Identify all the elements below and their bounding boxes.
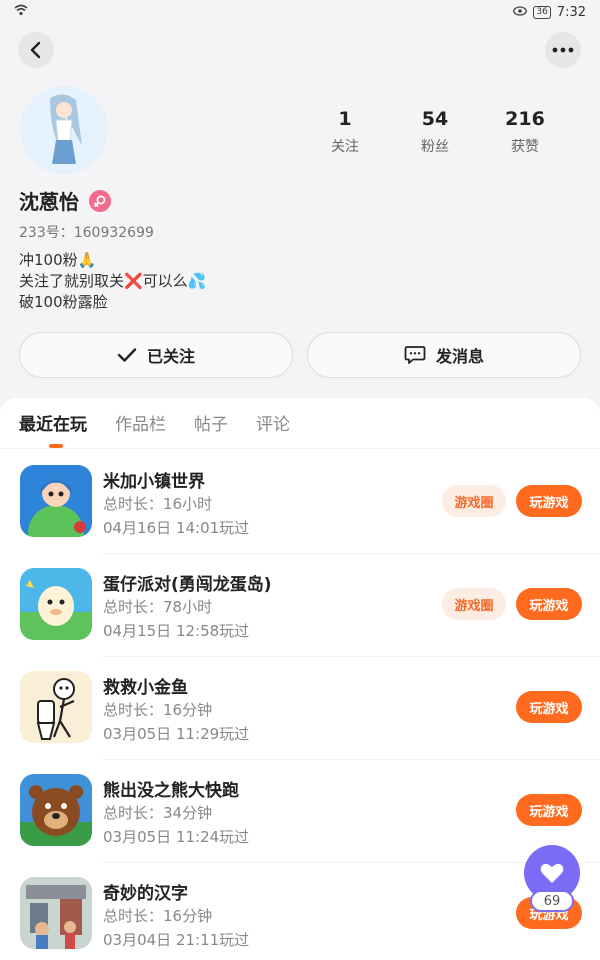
- stat-value: 54: [421, 108, 449, 130]
- battery-icon: 36: [533, 5, 551, 19]
- heart-icon: [540, 863, 564, 883]
- game-last-played: 03月04日 21:11玩过: [103, 931, 250, 949]
- game-icon: [20, 568, 92, 640]
- followed-label: 已关注: [146, 347, 195, 366]
- game-duration: 总时长：16小时: [103, 495, 213, 513]
- game-icon: [20, 465, 92, 537]
- play-game-button[interactable]: 玩游戏: [516, 794, 582, 826]
- game-icon: [20, 774, 92, 846]
- play-game-button[interactable]: 玩游戏: [516, 691, 582, 723]
- game-item[interactable]: 救救小金鱼 总时长：16分钟 03月05日 11:29玩过 玩游戏: [0, 657, 600, 760]
- stat-followers[interactable]: 54 粉丝: [390, 108, 480, 156]
- bio-line: 冲100粉🙏: [19, 251, 97, 269]
- game-title: 奇妙的汉字: [103, 884, 188, 904]
- stat-likes[interactable]: 216 获赞: [480, 108, 570, 156]
- game-last-played: 03月05日 11:24玩过: [103, 828, 250, 846]
- game-last-played: 03月05日 11:29玩过: [103, 725, 250, 743]
- content-panel: 最近在玩 作品栏 帖子 评论 米加小镇世界 总时长：16小时 04月16日 14…: [0, 398, 600, 960]
- game-last-played: 04月15日 12:58玩过: [103, 622, 250, 640]
- game-duration: 总时长：34分钟: [103, 804, 213, 822]
- tab-posts[interactable]: 帖子: [194, 410, 228, 443]
- eye-icon: [513, 5, 528, 20]
- bio-line: 关注了就别取关❌可以么💦: [19, 272, 207, 290]
- game-duration: 总时长：78小时: [103, 598, 213, 616]
- stat-label: 获赞: [511, 139, 539, 155]
- stat-value: 1: [338, 108, 352, 130]
- status-bar: 36 7:32: [0, 0, 600, 24]
- send-message-button[interactable]: 发消息: [307, 332, 581, 378]
- game-title: 救救小金鱼: [103, 678, 188, 698]
- back-button[interactable]: [18, 32, 54, 68]
- bio: 冲100粉🙏 关注了就别取关❌可以么💦 破100粉露脸: [19, 250, 206, 313]
- female-icon: [89, 189, 111, 212]
- game-icon: [20, 877, 92, 949]
- game-icon: [20, 671, 92, 743]
- user-id: 233号：160932699: [19, 225, 154, 241]
- stat-label: 关注: [331, 139, 359, 155]
- check-icon: [117, 348, 137, 362]
- tab-works[interactable]: 作品栏: [115, 410, 166, 443]
- game-duration: 总时长：16分钟: [103, 907, 213, 925]
- wifi-icon: [14, 4, 28, 20]
- game-duration: 总时长：16分钟: [103, 701, 213, 719]
- tab-comments[interactable]: 评论: [256, 410, 290, 443]
- chat-bubble-icon: [404, 346, 426, 364]
- profile-stats: 1 关注 54 粉丝 216 获赞: [300, 108, 570, 156]
- stat-value: 216: [505, 108, 545, 130]
- avatar[interactable]: [20, 86, 108, 174]
- game-circle-button[interactable]: 游戏圈: [442, 588, 506, 620]
- tab-divider: [0, 448, 600, 449]
- game-title: 熊出没之熊大快跑: [103, 781, 239, 801]
- like-count-badge: 69: [530, 890, 574, 912]
- tab-recent-play[interactable]: 最近在玩: [19, 410, 87, 448]
- game-item[interactable]: 蛋仔派对(勇闯龙蛋岛) 总时长：78小时 04月15日 12:58玩过 游戏圈 …: [0, 554, 600, 657]
- tab-bar: 最近在玩 作品栏 帖子 评论: [19, 410, 290, 448]
- game-title: 米加小镇世界: [103, 472, 205, 492]
- stat-label: 粉丝: [421, 139, 449, 155]
- send-message-label: 发消息: [435, 347, 484, 366]
- more-dots-icon: [552, 47, 574, 53]
- user-name: 沈蒽怡: [19, 190, 79, 214]
- play-game-button[interactable]: 玩游戏: [516, 485, 582, 517]
- game-item[interactable]: 米加小镇世界 总时长：16小时 04月16日 14:01玩过 游戏圈 玩游戏: [0, 451, 600, 554]
- followed-button[interactable]: 已关注: [19, 332, 293, 378]
- game-title: 蛋仔派对(勇闯龙蛋岛): [103, 575, 272, 595]
- stat-following[interactable]: 1 关注: [300, 108, 390, 156]
- back-arrow-icon: [30, 41, 41, 59]
- clock-time: 7:32: [556, 4, 586, 20]
- more-button[interactable]: [545, 32, 581, 68]
- name-row: 沈蒽怡: [19, 186, 111, 215]
- bio-line: 破100粉露脸: [19, 293, 108, 311]
- game-item[interactable]: 熊出没之熊大快跑 总时长：34分钟 03月05日 11:24玩过 玩游戏: [0, 760, 600, 863]
- play-game-button[interactable]: 玩游戏: [516, 588, 582, 620]
- game-item[interactable]: 奇妙的汉字 总时长：16分钟 03月04日 21:11玩过 玩游戏: [0, 863, 600, 960]
- game-circle-button[interactable]: 游戏圈: [442, 485, 506, 517]
- game-last-played: 04月16日 14:01玩过: [103, 519, 250, 537]
